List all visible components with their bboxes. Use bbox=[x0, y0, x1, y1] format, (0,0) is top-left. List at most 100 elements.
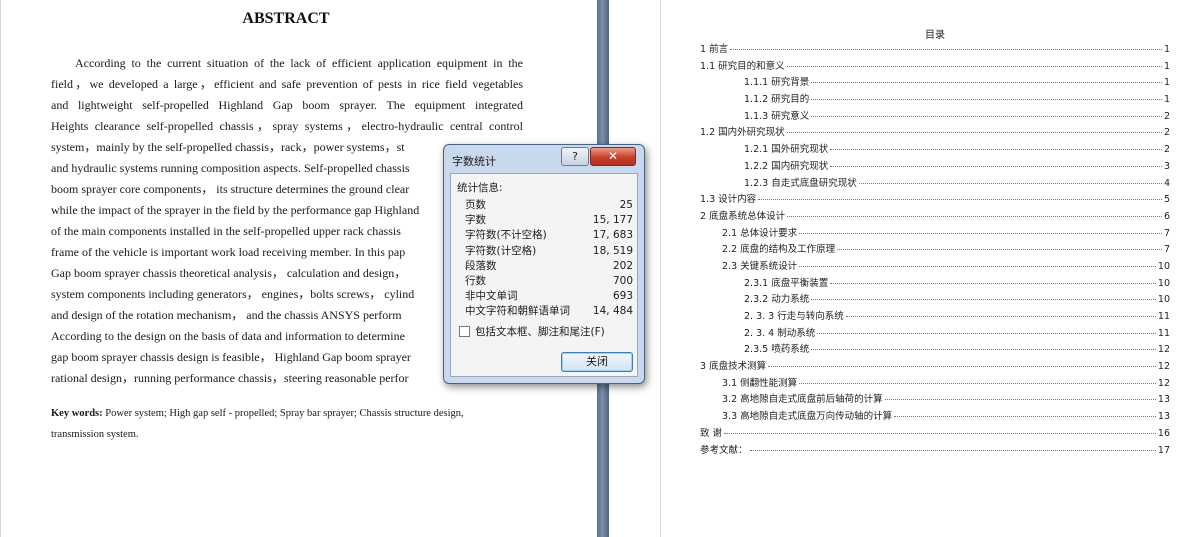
toc-entry-page: 6 bbox=[1163, 210, 1170, 222]
statistic-label: 字数 bbox=[465, 214, 486, 227]
statistic-row: 段落数 202 bbox=[465, 259, 633, 274]
statistic-row: 中文字符和朝鲜语单词 14, 484 bbox=[465, 304, 633, 319]
statistic-row: 行数 700 bbox=[465, 274, 633, 289]
toc-entry-page: 1 bbox=[1163, 94, 1170, 106]
toc-entry-label: 3 底盘技术测算 bbox=[700, 361, 767, 373]
toc-entry-page: 1 bbox=[1163, 77, 1170, 89]
toc-entry[interactable]: 1.1.3 研究意义 2 bbox=[700, 109, 1170, 126]
toc-entry[interactable]: 1.2 国内外研究现状 2 bbox=[700, 125, 1170, 142]
toc-leader-dots bbox=[799, 258, 1156, 267]
toc-title: 目录 bbox=[925, 30, 945, 41]
toc-entry[interactable]: 3.1 侧翻性能测算 12 bbox=[700, 376, 1170, 393]
toc-entry-page: 2 bbox=[1163, 144, 1170, 156]
toc-leader-dots bbox=[786, 58, 1162, 67]
close-icon[interactable]: ✕ bbox=[590, 147, 636, 166]
toc-leader-dots bbox=[811, 291, 1156, 301]
close-dialog-button[interactable]: 关闭 bbox=[561, 352, 633, 372]
toc-entry-label: 2.3.2 动力系统 bbox=[744, 294, 810, 306]
table-of-contents[interactable]: 1 前言 1 1.1 研究目的和意义 1 1.1.1 研究背景 1 1.1.2 研究目的 1 1… bbox=[700, 42, 1170, 459]
toc-entry[interactable]: 3.3 高地隙自走式底盘万向传动轴的计算 13 bbox=[700, 409, 1170, 426]
toc-entry[interactable]: 1 前言 1 bbox=[700, 42, 1170, 59]
statistic-label: 中文字符和朝鲜语单词 bbox=[465, 305, 570, 318]
toc-leader-dots bbox=[837, 241, 1162, 251]
toc-leader-dots bbox=[799, 225, 1162, 234]
statistic-label: 行数 bbox=[465, 274, 486, 287]
toc-entry-label: 2 底盘系统总体设计 bbox=[700, 210, 786, 222]
toc-leader-dots bbox=[830, 141, 1162, 151]
statistic-row: 字数 15, 177 bbox=[465, 213, 633, 228]
toc-entry[interactable]: 1.2.2 国内研究现状 3 bbox=[700, 159, 1170, 176]
word-count-dialog[interactable]: 字数统计 ? ✕ 统计信息: 页数 25 字数 15, 177 字符数(不计空格) 17,… bbox=[443, 144, 645, 384]
toc-entry[interactable]: 1.2.3 自走式底盘研究现状 4 bbox=[700, 176, 1170, 193]
toc-leader-dots bbox=[884, 391, 1156, 401]
toc-entry[interactable]: 1.1.1 研究背景 1 bbox=[700, 75, 1170, 92]
toc-entry-page: 5 bbox=[1163, 194, 1170, 206]
toc-leader-dots bbox=[811, 74, 1162, 84]
toc-entry-label: 1.1.3 研究意义 bbox=[744, 110, 810, 122]
toc-entry-page: 1 bbox=[1163, 60, 1170, 72]
help-button[interactable]: ? bbox=[561, 147, 589, 166]
toc-entry-label: 3.3 高地隙自走式底盘万向传动轴的计算 bbox=[722, 411, 893, 423]
toc-entry-label: 1.1.2 研究目的 bbox=[744, 94, 810, 106]
toc-entry-page: 12 bbox=[1157, 361, 1170, 373]
toc-entry[interactable]: 2. 3. 4 制动系统 11 bbox=[700, 326, 1170, 343]
toc-leader-dots bbox=[768, 358, 1156, 368]
toc-leader-dots bbox=[758, 191, 1162, 201]
toc-entry-page: 4 bbox=[1163, 177, 1170, 189]
statistic-label: 字符数(不计空格) bbox=[465, 229, 547, 242]
toc-leader-dots bbox=[811, 91, 1162, 101]
include-textboxes-checkbox[interactable] bbox=[459, 326, 470, 337]
abstract-line: and lightweight self-propelled Highland … bbox=[51, 98, 523, 112]
statistic-row: 字符数(计空格) 18, 519 bbox=[465, 244, 633, 259]
statistic-value: 202 bbox=[612, 259, 633, 272]
toc-entry[interactable]: 2.3.5 喷药系统 12 bbox=[700, 342, 1170, 359]
toc-entry[interactable]: 1.3 设计内容 5 bbox=[700, 192, 1170, 209]
statistic-row: 非中文单词 693 bbox=[465, 289, 633, 304]
statistic-row: 页数 25 bbox=[465, 198, 633, 213]
toc-entry-label: 2.3.5 喷药系统 bbox=[744, 344, 810, 356]
toc-entry-label: 1.2 国内外研究现状 bbox=[700, 127, 785, 139]
statistics-list: 页数 25 字数 15, 177 字符数(不计空格) 17, 683 字符数(计空格) 18,… bbox=[465, 198, 633, 320]
statistics-heading: 统计信息: bbox=[457, 182, 503, 194]
toc-leader-dots bbox=[786, 124, 1162, 134]
include-textboxes-option[interactable]: 包括文本框、脚注和尾注(F) bbox=[459, 324, 605, 339]
toc-entry[interactable]: 参考文献： 17 bbox=[700, 443, 1170, 460]
toc-entry-label: 2. 3. 4 制动系统 bbox=[744, 327, 816, 339]
toc-entry-page: 11 bbox=[1157, 311, 1170, 322]
toc-entry[interactable]: 1.1 研究目的和意义 1 bbox=[700, 59, 1170, 76]
toc-entry[interactable]: 3.2 高地隙自走式底盘前后轴荷的计算 13 bbox=[700, 392, 1170, 409]
statistic-value: 14, 484 bbox=[592, 305, 633, 318]
toc-entry[interactable]: 2.3.1 底盘平衡装置 10 bbox=[700, 276, 1170, 293]
toc-entry[interactable]: 2.3.2 动力系统 10 bbox=[700, 292, 1170, 309]
toc-entry[interactable]: 2.1 总体设计要求 7 bbox=[700, 226, 1170, 243]
keywords-text: Power system; High gap self - propelled;… bbox=[102, 408, 464, 419]
toc-entry[interactable]: 致 谢 16 bbox=[700, 426, 1170, 443]
toc-leader-dots bbox=[787, 208, 1162, 217]
toc-entry-label: 2. 3. 3 行走与转向系统 bbox=[744, 311, 844, 322]
toc-leader-dots bbox=[894, 408, 1156, 418]
toc-entry-page: 3 bbox=[1163, 160, 1170, 172]
toc-entry[interactable]: 3 底盘技术测算 12 bbox=[700, 359, 1170, 376]
toc-entry-page: 12 bbox=[1157, 344, 1170, 356]
toc-entry-page: 12 bbox=[1157, 377, 1170, 389]
toc-entry-label: 2.1 总体设计要求 bbox=[722, 227, 798, 239]
toc-entry-page: 7 bbox=[1163, 244, 1170, 256]
toc-entry-label: 1.2.1 国外研究现状 bbox=[744, 144, 829, 156]
toc-entry[interactable]: 2. 3. 3 行走与转向系统 11 bbox=[700, 309, 1170, 326]
toc-entry[interactable]: 2.2 底盘的结构及工作原理 7 bbox=[700, 242, 1170, 259]
toc-leader-dots bbox=[817, 325, 1156, 334]
statistic-value: 18, 519 bbox=[592, 244, 633, 257]
toc-entry[interactable]: 2.3 关键系统设计 10 bbox=[700, 259, 1170, 276]
toc-entry-label: 2.2 底盘的结构及工作原理 bbox=[722, 244, 836, 256]
toc-leader-dots bbox=[730, 41, 1162, 50]
statistic-value: 700 bbox=[612, 274, 633, 287]
toc-entry[interactable]: 2 底盘系统总体设计 6 bbox=[700, 209, 1170, 226]
dialog-body: 统计信息: 页数 25 字数 15, 177 字符数(不计空格) 17, 683 字符数(计… bbox=[450, 173, 638, 377]
toc-entry-label: 1 前言 bbox=[700, 44, 729, 55]
toc-entry-label: 1.1.1 研究背景 bbox=[744, 77, 810, 89]
toc-entry[interactable]: 1.1.2 研究目的 1 bbox=[700, 92, 1170, 109]
toc-entry[interactable]: 1.2.1 国外研究现状 2 bbox=[700, 142, 1170, 159]
keywords-line: Key words: Power system; High gap self -… bbox=[51, 403, 531, 424]
toc-leader-dots bbox=[858, 175, 1162, 184]
toc-entry-label: 1.2.2 国内研究现状 bbox=[744, 160, 829, 172]
